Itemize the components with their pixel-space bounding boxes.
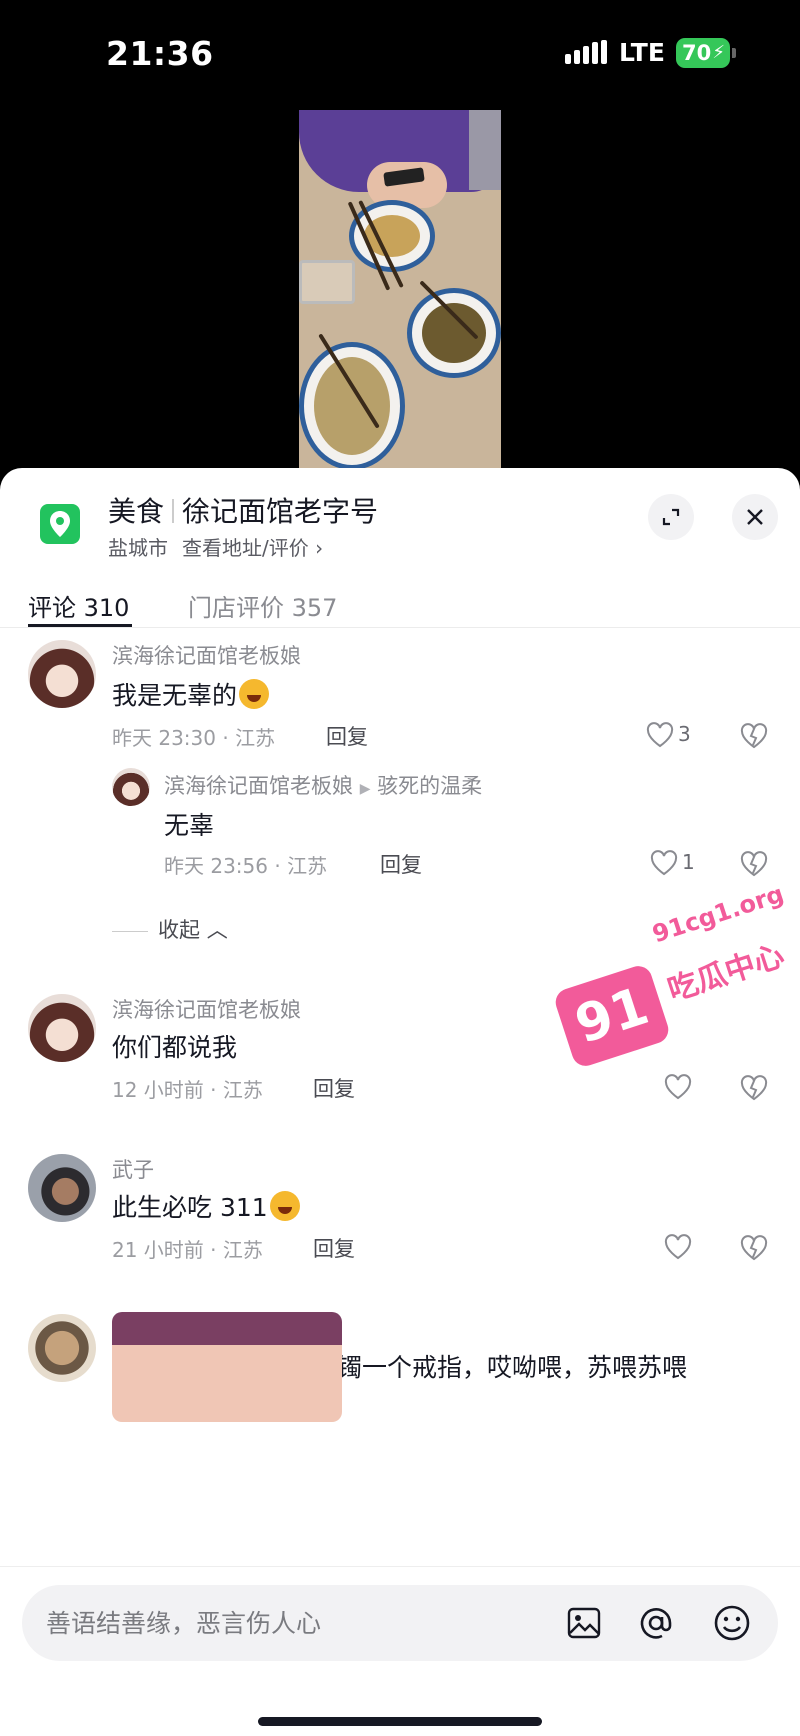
poi-title[interactable]: 美食 徐记面馆老字号 bbox=[108, 490, 378, 530]
reply-button[interactable]: 回复 bbox=[326, 721, 368, 751]
battery-indicator: 70 ⚡ bbox=[676, 38, 736, 68]
avatar[interactable] bbox=[28, 640, 96, 708]
reply-button[interactable]: 回复 bbox=[380, 849, 422, 879]
reply-arrow-icon: ▶ bbox=[359, 781, 371, 797]
comment-meta: 12 小时前 · 江苏 bbox=[112, 1078, 263, 1102]
tab-store-reviews[interactable]: 门店评价 357 bbox=[188, 588, 337, 623]
reply-username: 滨海徐记面馆老板娘 ▶ 骇死的温柔 bbox=[164, 770, 482, 800]
avatar[interactable] bbox=[28, 1314, 96, 1382]
heart-icon bbox=[664, 1074, 692, 1100]
comment-meta: 昨天 23:56 · 江苏 bbox=[164, 854, 328, 878]
avatar[interactable] bbox=[28, 994, 96, 1062]
location-pin-icon[interactable] bbox=[40, 504, 80, 544]
poi-address-link[interactable]: 查看地址/评价 › bbox=[182, 536, 323, 560]
comment-sheet: 美食 徐记面馆老字号 盐城市 查看地址/评价 › 评论 310 门店评价 357 滨… bbox=[0, 468, 800, 1736]
comment-image[interactable] bbox=[112, 1312, 342, 1422]
tab-bar: 评论 310 门店评价 357 bbox=[0, 568, 800, 628]
dislike-icon[interactable] bbox=[740, 1234, 768, 1262]
close-button[interactable] bbox=[732, 494, 778, 540]
signal-icon bbox=[565, 40, 607, 64]
comment-list[interactable]: 滨海徐记面馆老板娘 我是无辜的 昨天 23:30 · 江苏 回复 3 滨海徐记面… bbox=[0, 628, 800, 1628]
reply-button[interactable]: 回复 bbox=[313, 1233, 355, 1263]
like-count: 3 bbox=[678, 722, 691, 746]
battery-level: 70 bbox=[682, 41, 712, 65]
poi-category: 美食 bbox=[108, 495, 165, 528]
collapse-label: 收起 bbox=[158, 918, 200, 942]
like-button[interactable] bbox=[664, 1072, 724, 1102]
tab-indicator bbox=[28, 624, 132, 627]
comment-meta: 21 小时前 · 江苏 bbox=[112, 1238, 263, 1262]
poi-subtitle: 盐城市 查看地址/评价 › bbox=[108, 532, 323, 561]
emoji-icon[interactable] bbox=[712, 1603, 752, 1643]
reply-target[interactable]: 骇死的温柔 bbox=[377, 774, 482, 798]
charging-icon: ⚡ bbox=[712, 42, 725, 63]
image-icon[interactable] bbox=[564, 1603, 604, 1643]
comment-username[interactable]: 滨海徐记面馆老板娘 bbox=[112, 640, 301, 670]
reply-text: 无辜 bbox=[164, 811, 215, 840]
close-icon bbox=[747, 509, 763, 525]
like-button[interactable] bbox=[664, 1232, 724, 1262]
video-player[interactable] bbox=[299, 110, 501, 470]
like-button[interactable]: 1 bbox=[650, 848, 710, 878]
comment-username[interactable]: 滨海徐记面馆老板娘 bbox=[112, 994, 301, 1024]
like-count: 1 bbox=[682, 850, 695, 874]
crying-emoji-icon bbox=[239, 679, 270, 709]
comment-input-bar bbox=[0, 1566, 800, 1736]
mention-icon[interactable] bbox=[636, 1603, 676, 1643]
tab-comments[interactable]: 评论 310 bbox=[28, 588, 129, 623]
heart-icon bbox=[664, 1234, 692, 1260]
chevron-up-icon: ︿ bbox=[206, 918, 228, 942]
comment-username[interactable]: 武子 bbox=[112, 1154, 154, 1184]
comment-meta: 昨天 23:30 · 江苏 bbox=[112, 726, 276, 750]
poi-name: 徐记面馆老字号 bbox=[182, 495, 379, 528]
reply-button[interactable]: 回复 bbox=[313, 1073, 355, 1103]
avatar[interactable] bbox=[112, 768, 150, 806]
comment-text: 我是无辜的 bbox=[112, 676, 270, 712]
home-indicator bbox=[258, 1717, 542, 1726]
dislike-icon[interactable] bbox=[740, 722, 768, 750]
dislike-icon[interactable] bbox=[740, 1074, 768, 1102]
avatar[interactable] bbox=[28, 1154, 96, 1222]
heart-icon bbox=[646, 722, 674, 748]
status-time: 21:36 bbox=[106, 34, 214, 73]
reply-author[interactable]: 滨海徐记面馆老板娘 bbox=[164, 774, 353, 798]
heart-icon bbox=[650, 850, 678, 876]
status-bar: 21:36 LTE 70 ⚡ bbox=[0, 0, 800, 100]
collapse-replies-button[interactable]: 收起 ︿ bbox=[112, 914, 228, 944]
poi-city: 盐城市 bbox=[108, 536, 168, 560]
expand-button[interactable] bbox=[648, 494, 694, 540]
expand-icon bbox=[662, 508, 680, 526]
comment-text: 此生必吃 311 bbox=[112, 1188, 300, 1224]
dislike-icon[interactable] bbox=[740, 850, 768, 878]
network-type: LTE bbox=[619, 38, 665, 67]
laughing-emoji-icon bbox=[269, 1191, 300, 1221]
like-button[interactable]: 3 bbox=[646, 720, 706, 750]
comment-text: 你们都说我 bbox=[112, 1033, 238, 1062]
